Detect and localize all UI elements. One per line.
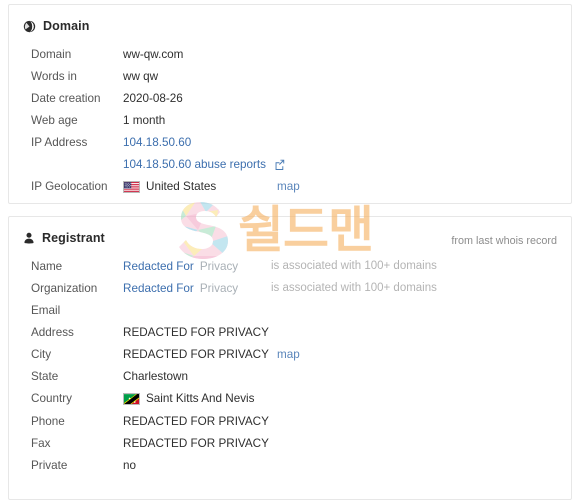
row-web-age: Web age 1 month <box>9 109 571 131</box>
abuse-reports-link[interactable]: 104.18.50.60 abuse reports <box>123 158 266 171</box>
domain-rows: Domain ww-qw.com Words in ww qw Date cre… <box>9 35 571 198</box>
registrant-rows: Name Redacted For Privacy is associated … <box>9 247 571 476</box>
domain-card: Domain Domain ww-qw.com Words in ww qw D… <box>8 4 572 204</box>
label-date-creation: Date creation <box>31 91 101 105</box>
name-redacted-link[interactable]: Redacted For <box>123 260 194 273</box>
label-web-age: Web age <box>31 113 78 127</box>
organization-privacy-text: Privacy <box>199 281 239 295</box>
registrant-card: Registrant from last whois record Name R… <box>8 216 572 500</box>
row-private: Private no <box>9 454 571 476</box>
value-phone: REDACTED FOR PRIVACY <box>123 414 269 428</box>
organization-redacted-link[interactable]: Redacted For <box>123 282 194 295</box>
external-link-icon[interactable] <box>274 159 285 170</box>
person-icon <box>23 232 35 245</box>
row-domain: Domain ww-qw.com <box>9 43 571 65</box>
value-city: REDACTED FOR PRIVACY <box>123 347 269 361</box>
ip-geolocation-country: United States <box>146 180 217 193</box>
whois-report-page: Domain Domain ww-qw.com Words in ww qw D… <box>0 0 580 504</box>
us-flag-icon <box>123 180 140 193</box>
ip-geolocation-map-link[interactable]: map <box>277 180 300 193</box>
row-address: Address REDACTED FOR PRIVACY <box>9 321 571 343</box>
row-city: City REDACTED FOR PRIVACY map <box>9 343 571 365</box>
label-private: Private <box>31 458 68 472</box>
row-state: State Charlestown <box>9 365 571 387</box>
value-date-creation: 2020-08-26 <box>123 91 183 105</box>
label-country: Country <box>31 392 72 405</box>
label-name: Name <box>31 259 63 273</box>
value-ip-geolocation: United States <box>123 180 216 193</box>
row-date-creation: Date creation 2020-08-26 <box>9 87 571 109</box>
value-country: Saint Kitts And Nevis <box>123 392 255 405</box>
value-organization: Redacted For Privacy <box>123 282 238 295</box>
value-web-age: 1 month <box>123 113 166 127</box>
value-ip-address: 104.18.50.60 <box>123 136 191 149</box>
city-map-link[interactable]: map <box>277 348 300 361</box>
label-domain: Domain <box>31 47 72 61</box>
name-association-note: is associated with 100+ domains <box>271 260 437 272</box>
row-email: Email <box>9 299 571 321</box>
row-ip-address: IP Address 104.18.50.60 <box>9 131 571 153</box>
row-ip-geolocation: IP Geolocation United States map <box>9 175 571 198</box>
row-organization: Organization Redacted For Privacy is ass… <box>9 277 571 299</box>
row-name: Name Redacted For Privacy is associated … <box>9 255 571 277</box>
whois-record-note: from last whois record <box>451 235 557 247</box>
value-state: Charlestown <box>123 369 188 383</box>
domain-section-header: Domain <box>9 5 571 35</box>
label-email: Email <box>31 303 61 317</box>
value-private: no <box>123 458 137 472</box>
row-country: Country Saint Kitts And Nevis <box>9 387 571 410</box>
row-abuse-reports: 104.18.50.60 abuse reports <box>9 153 571 175</box>
name-privacy-text: Privacy <box>199 259 239 273</box>
row-words-in: Words in ww qw <box>9 65 571 87</box>
kn-flag-icon <box>123 392 140 405</box>
label-city: City <box>31 347 52 361</box>
label-organization: Organization <box>31 281 98 295</box>
label-phone: Phone <box>31 414 65 428</box>
globe-icon <box>23 20 36 33</box>
label-ip-geolocation: IP Geolocation <box>31 180 108 193</box>
organization-association-note: is associated with 100+ domains <box>271 282 437 294</box>
value-name: Redacted For Privacy <box>123 260 238 273</box>
value-abuse-reports: 104.18.50.60 abuse reports <box>123 158 285 171</box>
value-address: REDACTED FOR PRIVACY <box>123 325 269 339</box>
row-phone: Phone REDACTED FOR PRIVACY <box>9 410 571 432</box>
domain-section-title: Domain <box>43 19 90 33</box>
label-state: State <box>31 369 59 383</box>
label-address: Address <box>31 325 74 339</box>
ip-address-link[interactable]: 104.18.50.60 <box>123 136 191 149</box>
row-fax: Fax REDACTED FOR PRIVACY <box>9 432 571 454</box>
value-words-in: ww qw <box>123 69 159 83</box>
country-name: Saint Kitts And Nevis <box>146 392 255 405</box>
registrant-section-title: Registrant <box>42 231 105 245</box>
label-words-in: Words in <box>31 69 77 83</box>
value-domain: ww-qw.com <box>123 47 184 61</box>
label-ip-address: IP Address <box>31 135 88 149</box>
value-fax: REDACTED FOR PRIVACY <box>123 436 269 450</box>
label-fax: Fax <box>31 436 51 450</box>
